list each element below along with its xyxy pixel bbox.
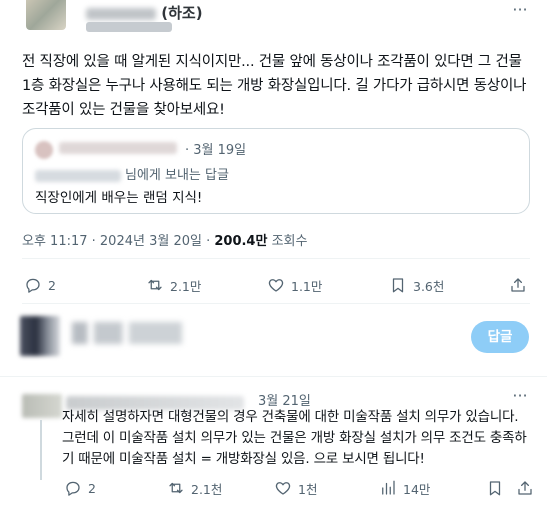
share-action[interactable] — [509, 275, 533, 295]
views-count: 200.4만 — [214, 234, 268, 249]
author-name-suffix: (하조) — [161, 4, 203, 22]
reply-bookmark-action[interactable] — [486, 478, 510, 498]
quoted-tweet-card[interactable]: · 3월 19일 님에게 보내는 답글 직장인에게 배우는 랜덤 지식! — [22, 128, 530, 214]
reply-repost-count: 2.1천 — [191, 481, 223, 497]
repost-icon — [148, 279, 162, 291]
repost-icon — [169, 482, 183, 494]
reply-icon — [66, 481, 80, 496]
section-divider — [0, 376, 547, 377]
share-icon — [511, 278, 525, 292]
reply-button[interactable]: 답글 — [471, 321, 529, 353]
reply-reply-count: 2 — [88, 480, 96, 496]
more-icon[interactable]: ··· — [509, 2, 531, 22]
reply-reply-action[interactable]: 2 — [64, 478, 96, 498]
divider — [22, 303, 530, 304]
tweet-timestamp[interactable]: 오후 11:17 · 2024년 3월 20일 · — [22, 234, 214, 249]
bookmark-action[interactable]: 3.6천 — [389, 275, 444, 295]
reply-to-handle — [35, 169, 121, 182]
reply-input[interactable] — [72, 322, 182, 344]
bookmark-count: 3.6천 — [413, 278, 445, 294]
reply-views-action[interactable]: 14만 — [379, 478, 430, 498]
divider — [22, 258, 530, 259]
tweet-text: 전 직장에 있을 때 알게된 지식이지만... 건물 앞에 동상이나 조각품이 … — [22, 54, 527, 118]
reply-repost-action[interactable]: 2.1천 — [167, 478, 222, 498]
like-count: 1.1만 — [291, 278, 323, 294]
my-avatar — [20, 316, 60, 356]
reply-views-count: 14만 — [403, 481, 431, 497]
reply-share-action[interactable] — [516, 478, 540, 498]
thread-line — [40, 420, 42, 480]
views-label: 조회수 — [267, 234, 308, 249]
bookmark-icon — [489, 481, 501, 496]
reply-like-count: 1천 — [298, 481, 318, 497]
share-icon — [518, 481, 532, 495]
author-name[interactable]: (하조) — [86, 2, 203, 23]
quoted-reply-to: 님에게 보내는 답글 — [35, 164, 229, 183]
tweet-meta: 오후 11:17 · 2024년 3월 20일 · 200.4만 조회수 — [22, 230, 307, 249]
author-handle[interactable] — [86, 22, 172, 32]
reply-like-action[interactable]: 1천 — [274, 478, 317, 498]
reply-author-avatar[interactable] — [22, 394, 62, 418]
tweet-header: (하조) ··· — [0, 0, 547, 40]
author-avatar[interactable] — [26, 0, 66, 30]
repost-count: 2.1만 — [170, 278, 202, 294]
reply-count: 2 — [48, 277, 56, 293]
reply-icon — [26, 278, 40, 293]
quoted-tweet-text: 직장인에게 배우는 랜덤 지식! — [35, 190, 203, 206]
heart-icon — [275, 482, 291, 495]
quoted-author-name — [59, 142, 177, 154]
bookmark-icon — [392, 278, 404, 293]
quoted-author-avatar — [35, 141, 53, 159]
reply-action[interactable]: 2 — [24, 275, 56, 295]
heart-icon — [268, 279, 284, 292]
like-action[interactable]: 1.1만 — [267, 275, 322, 295]
reply-text: 자세히 설명하자면 대형건물의 경우 건축물에 대한 미술작품 설치 의무가 있… — [62, 409, 527, 467]
reply-more-icon[interactable]: ··· — [509, 388, 531, 407]
repost-action[interactable]: 2.1만 — [146, 275, 201, 295]
reply-to-label: 님에게 보내는 답글 — [125, 168, 229, 183]
quoted-tweet-date: · 3월 19일 — [185, 143, 247, 158]
views-icon — [382, 480, 395, 495]
